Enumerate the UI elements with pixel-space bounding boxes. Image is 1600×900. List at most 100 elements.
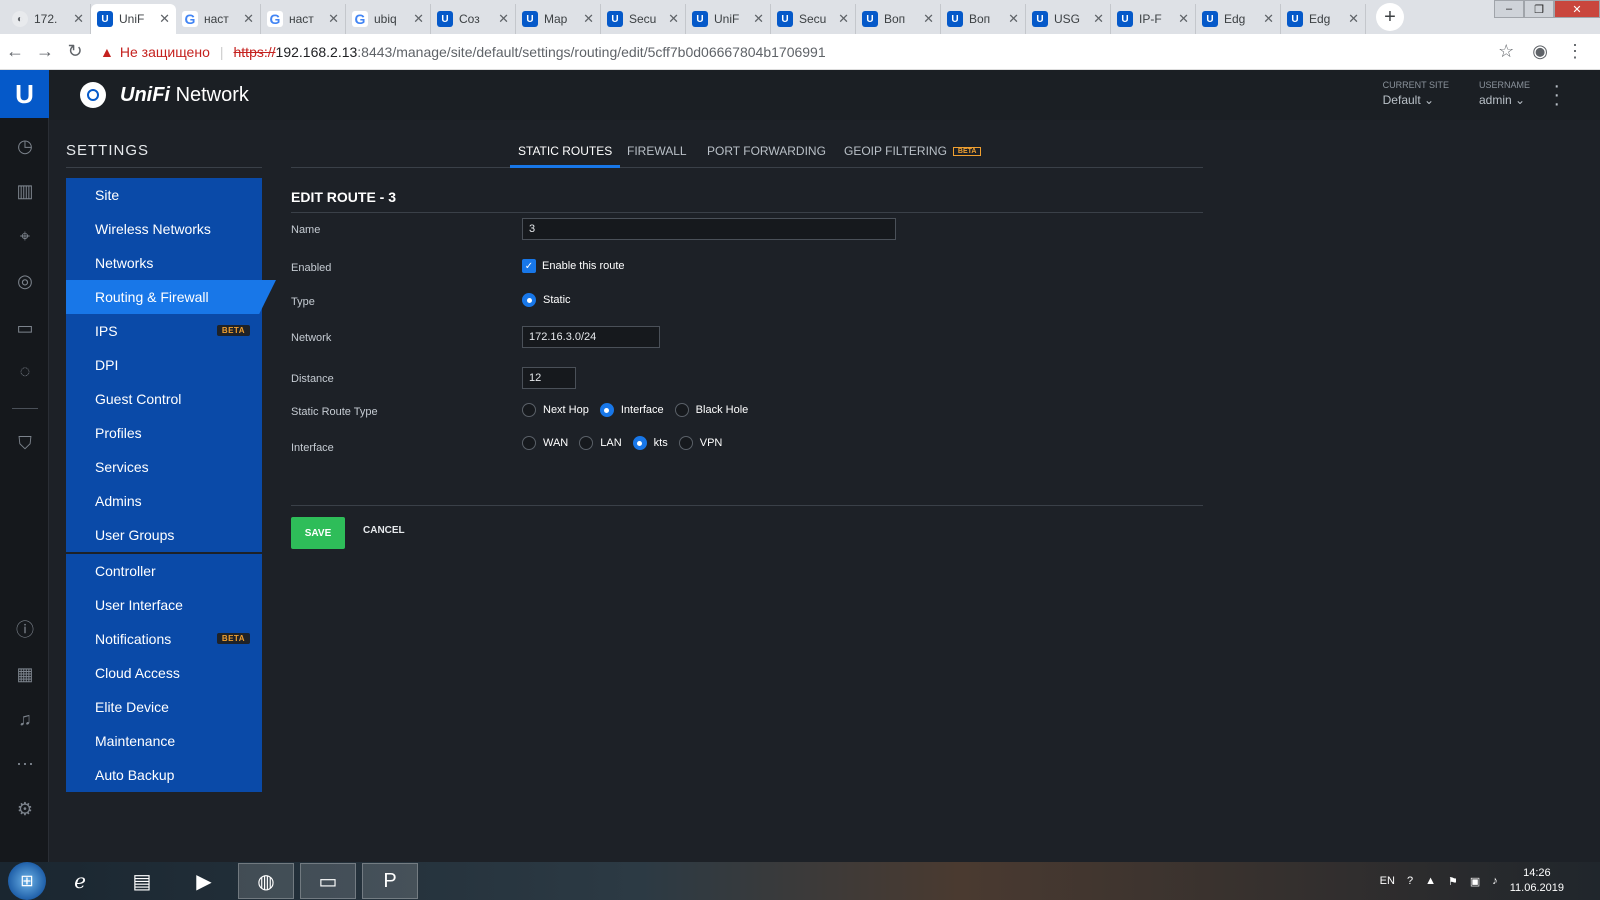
info-icon[interactable]: ⓘ (12, 616, 38, 642)
sidebar-item-maintenance[interactable]: Maintenance (66, 724, 262, 758)
settings-gear-icon[interactable]: ⚙ (12, 796, 38, 822)
network-icon[interactable]: ▣ (1470, 875, 1480, 888)
browser-tab[interactable]: U Edg ✕ (1196, 4, 1281, 34)
close-tab-icon[interactable]: ✕ (498, 11, 509, 27)
interface-kts-radio[interactable]: kts (632, 436, 668, 450)
tab-geoip-filtering[interactable]: GEOIP FILTERING BETA (844, 144, 982, 168)
url-field[interactable]: ▲ Не защищено | https:// 192.168.2.13 :8… (100, 44, 1498, 60)
chrome-icon[interactable]: ◍ (238, 863, 294, 899)
browser-tab[interactable]: Gubiq ✕ (346, 4, 431, 34)
interface-lan-radio[interactable]: LAN (579, 436, 622, 450)
interface-vpn-radio[interactable]: VPN (678, 436, 722, 450)
tray-expand-icon[interactable]: ▲ (1425, 875, 1436, 887)
powerpoint-icon[interactable]: P (362, 863, 418, 899)
dashboard-icon[interactable]: ◷ (12, 133, 38, 159)
profile-icon[interactable]: ◉ (1532, 41, 1548, 62)
type-static-radio[interactable]: Static (522, 293, 571, 307)
browser-tab[interactable]: U Map ✕ (516, 4, 601, 34)
sidebar-item-elite-device[interactable]: Elite Device (66, 690, 262, 724)
sidebar-item-guest-control[interactable]: Guest Control (66, 382, 262, 416)
reload-icon[interactable]: ↻ (60, 41, 90, 62)
close-tab-icon[interactable]: ✕ (838, 11, 849, 27)
close-tab-icon[interactable]: ✕ (1093, 11, 1104, 27)
insights-icon[interactable]: ◌ (12, 358, 38, 384)
close-tab-icon[interactable]: ✕ (1008, 11, 1019, 27)
sidebar-item-user-interface[interactable]: User Interface (66, 588, 262, 622)
sidebar-item-controller[interactable]: Controller (66, 554, 262, 588)
close-tab-icon[interactable]: ✕ (668, 11, 679, 27)
close-tab-icon[interactable]: ✕ (1263, 11, 1274, 27)
statistics-icon[interactable]: ▥ (12, 178, 38, 204)
help-icon[interactable]: ? (1407, 875, 1413, 887)
close-tab-icon[interactable]: ✕ (923, 11, 934, 27)
sidebar-item-cloud-access[interactable]: Cloud Access (66, 656, 262, 690)
sidebar-item-profiles[interactable]: Profiles (66, 416, 262, 450)
browser-tab[interactable]: Gнаст ✕ (176, 4, 261, 34)
alerts-bell-icon[interactable]: ♫ (12, 706, 38, 732)
sidebar-item-auto-backup[interactable]: Auto Backup (66, 758, 262, 792)
browser-tab[interactable]: U IP-F ✕ (1111, 4, 1196, 34)
close-tab-icon[interactable]: ✕ (1178, 11, 1189, 27)
name-input[interactable]: 3 (522, 218, 896, 240)
language-indicator[interactable]: EN (1380, 875, 1395, 887)
maximize-button[interactable]: ❐ (1524, 0, 1554, 18)
sidebar-item-user-groups[interactable]: User Groups (66, 518, 262, 552)
browser-tab[interactable]: U UniF ✕ (91, 4, 176, 34)
close-tab-icon[interactable]: ✕ (753, 11, 764, 27)
browser-tab[interactable]: ◐ 172. ✕ (6, 4, 91, 34)
sidebar-item-networks[interactable]: Networks (66, 246, 262, 280)
file-explorer-icon[interactable]: ▤ (114, 863, 170, 899)
close-tab-icon[interactable]: ✕ (413, 11, 424, 27)
cancel-button[interactable]: CANCEL (363, 525, 405, 536)
browser-tab[interactable]: U Соз ✕ (431, 4, 516, 34)
close-tab-icon[interactable]: ✕ (73, 11, 84, 27)
network-input[interactable]: 172.16.3.0/24 (522, 326, 660, 348)
browser-tab[interactable]: U Воп ✕ (856, 4, 941, 34)
calendar-icon[interactable]: ▦ (12, 661, 38, 687)
tab-port-forwarding[interactable]: PORT FORWARDING (707, 144, 826, 168)
tab-static-routes[interactable]: STATIC ROUTES (510, 144, 621, 168)
username-selector[interactable]: USERNAME admin ⌄ (1479, 80, 1530, 107)
minimize-button[interactable]: ‒ (1494, 0, 1524, 18)
close-tab-icon[interactable]: ✕ (1348, 11, 1359, 27)
devices-icon[interactable]: ◎ (12, 268, 38, 294)
sidebar-item-wireless-networks[interactable]: Wireless Networks (66, 212, 262, 246)
media-player-icon[interactable]: ▶ (176, 863, 232, 899)
chat-icon[interactable]: ⋯ (12, 751, 38, 777)
sidebar-item-admins[interactable]: Admins (66, 484, 262, 518)
browser-tab[interactable]: U Edg ✕ (1281, 4, 1366, 34)
browser-menu-icon[interactable]: ⋮ (1566, 41, 1584, 62)
close-tab-icon[interactable]: ✕ (328, 11, 339, 27)
command-prompt-icon[interactable]: ▭ (300, 863, 356, 899)
internet-explorer-icon[interactable]: ℯ (52, 863, 108, 899)
route-type-black-hole-radio[interactable]: Black Hole (674, 403, 748, 417)
ubiquiti-logo[interactable]: U (0, 70, 49, 118)
sidebar-item-notifications[interactable]: Notifications BETA (66, 622, 262, 656)
security-shield-icon[interactable]: ⛉ (12, 430, 38, 456)
sidebar-item-site[interactable]: Site (66, 178, 262, 212)
browser-tab[interactable]: U UniF ✕ (686, 4, 771, 34)
start-button[interactable]: ⊞ (8, 862, 46, 900)
clients-icon[interactable]: ▭ (12, 315, 38, 341)
sidebar-item-ips[interactable]: IPS BETA (66, 314, 262, 348)
volume-icon[interactable]: ♪ (1492, 875, 1498, 887)
close-window-button[interactable]: ✕ (1554, 0, 1600, 18)
close-tab-icon[interactable]: ✕ (583, 11, 594, 27)
browser-tab[interactable]: U Воп ✕ (941, 4, 1026, 34)
sidebar-item-services[interactable]: Services (66, 450, 262, 484)
action-center-flag-icon[interactable]: ⚑ (1448, 875, 1458, 888)
bookmark-star-icon[interactable]: ☆ (1498, 41, 1514, 62)
sidebar-item-routing-firewall[interactable]: Routing & Firewall (66, 280, 276, 314)
close-tab-icon[interactable]: ✕ (243, 11, 254, 27)
enable-route-checkbox[interactable]: ✓ Enable this route (522, 259, 625, 273)
new-tab-button[interactable]: + (1376, 3, 1404, 31)
sidebar-item-dpi[interactable]: DPI (66, 348, 262, 382)
browser-tab[interactable]: U USG ✕ (1026, 4, 1111, 34)
browser-tab[interactable]: Gнаст ✕ (261, 4, 346, 34)
current-site-selector[interactable]: CURRENT SITE Default ⌄ (1383, 80, 1449, 107)
distance-input[interactable]: 12 (522, 367, 576, 389)
forward-icon[interactable]: → (30, 41, 60, 62)
save-button[interactable]: SAVE (291, 517, 345, 549)
tab-firewall[interactable]: FIREWALL (627, 144, 687, 168)
route-type-interface-radio[interactable]: Interface (599, 403, 664, 417)
